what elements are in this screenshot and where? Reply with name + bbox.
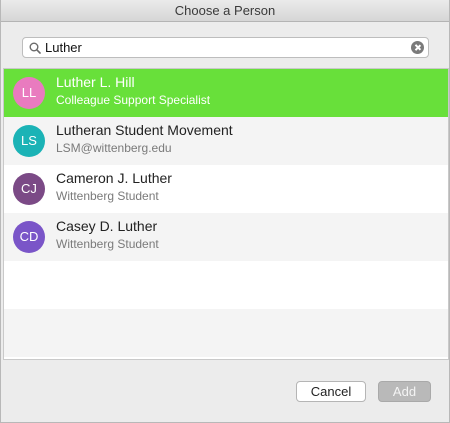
person-row-luther-hill[interactable]: LL Luther L. Hill Colleague Support Spec…: [4, 69, 448, 117]
search-icon: [29, 42, 41, 54]
search-field[interactable]: [22, 37, 429, 58]
avatar: CJ: [13, 173, 45, 205]
person-row-cameron-luther[interactable]: CJ Cameron J. Luther Wittenberg Student: [4, 165, 448, 213]
person-subtitle: LSM@wittenberg.edu: [56, 141, 172, 155]
person-name: Cameron J. Luther: [56, 170, 172, 186]
empty-list-row: [4, 261, 448, 309]
cancel-button[interactable]: Cancel: [296, 381, 366, 402]
avatar: LL: [13, 77, 45, 109]
avatar: LS: [13, 125, 45, 157]
person-row-lutheran-student-movement[interactable]: LS Lutheran Student Movement LSM@wittenb…: [4, 117, 448, 165]
person-name: Luther L. Hill: [56, 74, 135, 90]
choose-person-dialog: Choose a Person LL Luther L. Hill Collea…: [0, 0, 450, 423]
empty-list-row: [4, 309, 448, 357]
window-title: Choose a Person: [1, 0, 449, 22]
person-name: Lutheran Student Movement: [56, 122, 233, 138]
people-list[interactable]: LL Luther L. Hill Colleague Support Spec…: [3, 68, 449, 360]
add-button[interactable]: Add: [378, 381, 431, 402]
person-subtitle: Wittenberg Student: [56, 237, 159, 251]
person-row-casey-luther[interactable]: CD Casey D. Luther Wittenberg Student: [4, 213, 448, 261]
person-name: Casey D. Luther: [56, 218, 158, 234]
clear-search-icon[interactable]: [411, 41, 424, 54]
search-input[interactable]: [45, 39, 405, 56]
person-subtitle: Colleague Support Specialist: [56, 93, 211, 107]
person-subtitle: Wittenberg Student: [56, 189, 159, 203]
avatar: CD: [13, 221, 45, 253]
